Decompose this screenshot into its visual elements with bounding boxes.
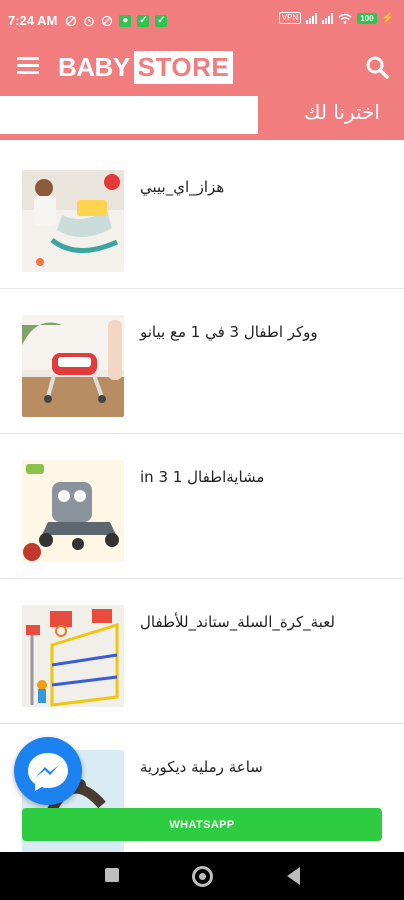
product-item[interactable]: لعبة_كرة_السلة_ستاند_للأطفال [0, 579, 404, 724]
product-image [22, 170, 124, 272]
whatsapp-button[interactable]: WHATSAPP [22, 808, 382, 841]
home-icon[interactable] [192, 866, 213, 887]
link-icon [102, 15, 113, 26]
charging-icon: ⚡ [381, 12, 394, 24]
signal-icon [306, 12, 318, 24]
product-item[interactable]: ووكر اطفال 3 في 1 مع بيانو [0, 289, 404, 434]
vpn-badge: VPN [278, 12, 302, 24]
status-time: 7:24 AM [8, 13, 58, 28]
section-header-underline [0, 96, 258, 134]
menu-icon[interactable] [17, 57, 39, 75]
product-title: لعبة_كرة_السلة_ستاند_للأطفال [140, 613, 336, 631]
store-logo[interactable]: BABY STORE [58, 47, 234, 87]
product-item[interactable]: هزاز_اي_بيبي [0, 144, 404, 289]
product-title: ووكر اطفال 3 في 1 مع بيانو [140, 323, 318, 341]
system-nav-bar [0, 852, 404, 900]
recents-icon[interactable] [105, 868, 119, 882]
app-bar: BABY STORE [0, 40, 404, 96]
product-image [22, 605, 124, 707]
mute-icon [66, 15, 77, 26]
product-title: ساعة رملية ديكورية [140, 758, 263, 776]
whatsapp-label: WHATSAPP [169, 818, 235, 831]
status-left: 7:24 AM ● ✓ ✓ [8, 13, 168, 28]
shield-check-icon: ✓ [155, 14, 168, 27]
signal-2-icon [322, 12, 334, 24]
messenger-icon [28, 753, 68, 791]
messenger-button[interactable] [14, 737, 82, 805]
chat-app-icon: ● [119, 14, 132, 27]
status-bar: 7:24 AM ● ✓ ✓ VPN 100 ⚡ [0, 0, 404, 40]
logo-text-store: STORE [133, 50, 234, 84]
search-icon[interactable] [364, 54, 390, 80]
logo-text-baby: BABY [58, 51, 130, 82]
section-title: اخترنا لك [304, 100, 380, 124]
section-header: اخترنا لك [0, 96, 404, 140]
product-title: مشايةاطفال 1 in 3 [140, 468, 265, 486]
battery-icon: 100 [357, 12, 377, 24]
product-item[interactable]: مشايةاطفال 1 in 3 [0, 434, 404, 579]
wifi-icon [338, 13, 352, 24]
shield-icon: ✓ [137, 14, 150, 27]
back-icon[interactable] [287, 867, 300, 885]
product-title: هزاز_اي_بيبي [140, 178, 225, 196]
product-image [22, 460, 124, 562]
status-right: VPN 100 ⚡ [278, 12, 394, 24]
alarm-icon [84, 16, 95, 26]
product-image [22, 315, 124, 417]
